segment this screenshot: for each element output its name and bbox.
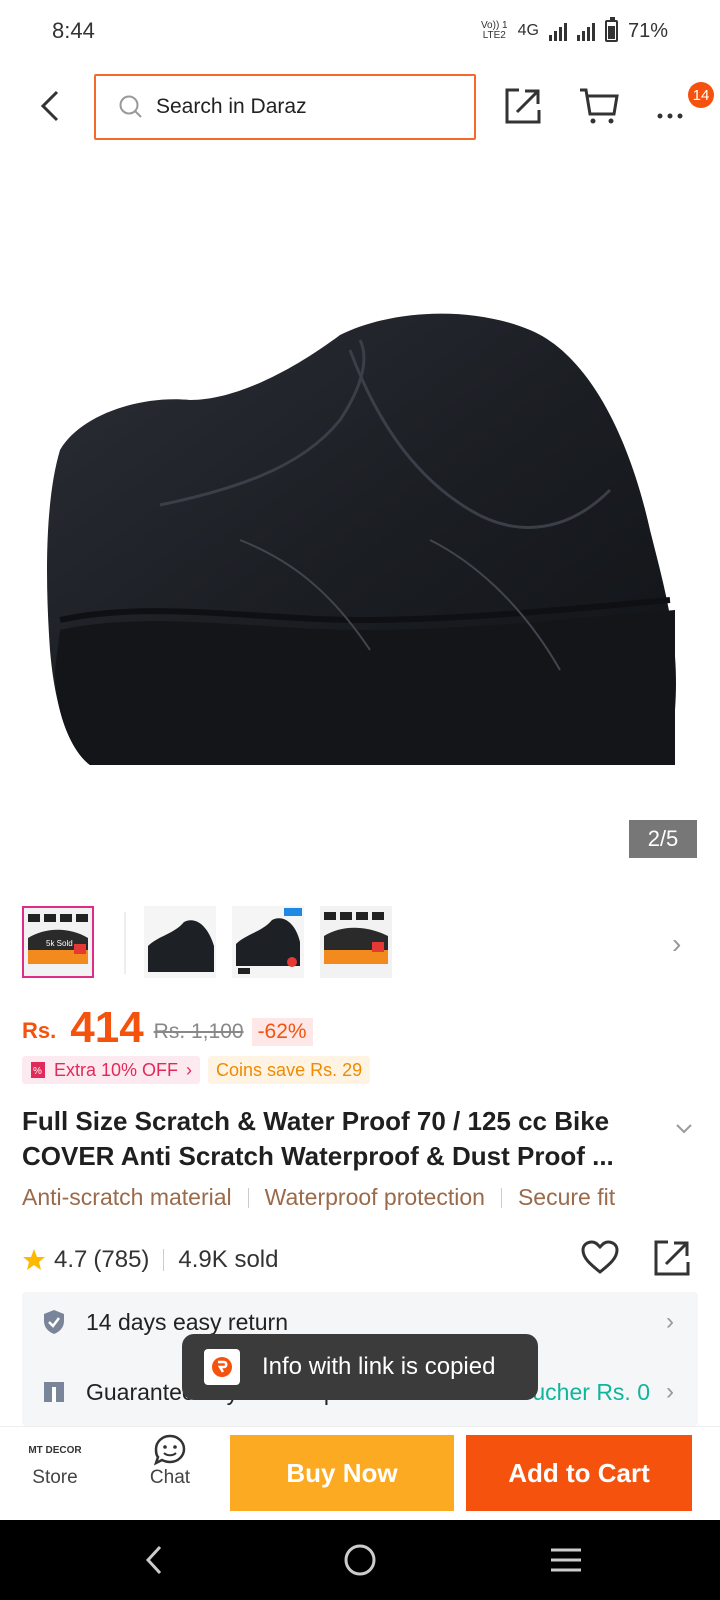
thumbnail-3[interactable] [232, 906, 304, 978]
voucher-icon: % [31, 1062, 45, 1078]
chat-label: Chat [149, 1467, 191, 1488]
coins-label: Coins save Rs. 29 [216, 1059, 363, 1080]
thumbnail-strip: 5k Sold › [22, 906, 702, 982]
signal-icon-2 [576, 21, 595, 41]
volte-indicator: Vo)) 1 LTE2 [480, 20, 508, 41]
sold-count: 4.9K sold [178, 1246, 279, 1273]
cart-badge: 14 [688, 82, 714, 108]
original-price: Rs. 1,100 [153, 1020, 244, 1043]
nav-menu-icon [551, 1548, 581, 1572]
nav-recents-button[interactable] [536, 1538, 596, 1582]
share-icon [505, 88, 541, 124]
return-policy-label: 14 days easy return [86, 1308, 289, 1335]
chat-button[interactable]: Chat [130, 1433, 210, 1489]
cart-icon [580, 88, 619, 124]
feature-item: Waterproof protection [264, 1184, 485, 1210]
nav-home-icon [344, 1544, 376, 1576]
signal-icon [548, 21, 567, 41]
toast: Info with link is copied [182, 1334, 538, 1400]
search-icon [119, 95, 142, 118]
share-icon [654, 1240, 690, 1276]
thumbnail-image: 5k Sold [24, 908, 92, 976]
rating-value: 4.7 [54, 1246, 88, 1273]
chat-icon [153, 1434, 186, 1466]
bottom-action-bar: MT DECOR Store Chat Buy Now Add to Cart [0, 1426, 720, 1518]
nav-back-icon [145, 1545, 162, 1575]
battery-icon [604, 17, 618, 42]
current-price: 414 [70, 1003, 144, 1052]
rating-divider [163, 1249, 165, 1271]
search-input[interactable]: Search in Daraz [94, 74, 476, 140]
store-label: Store [32, 1467, 78, 1488]
chevron-right-icon: › [666, 1308, 674, 1335]
product-image[interactable] [0, 150, 720, 890]
price-row: Rs. 414 Rs. 1,100 -62% [22, 1000, 313, 1050]
store-logo: MT DECOR [28, 1444, 82, 1456]
back-button[interactable] [30, 84, 70, 128]
review-count: (785) [93, 1246, 150, 1273]
thumbnail-sold-label: 5k Sold [46, 939, 73, 948]
back-icon [40, 90, 59, 122]
feature-item: Anti-scratch material [22, 1184, 232, 1210]
share-product-button[interactable] [652, 1238, 692, 1283]
heart-icon [581, 1240, 619, 1274]
nav-back-button[interactable] [124, 1538, 184, 1582]
thumbnail-image [320, 906, 392, 978]
battery-level: 71% [627, 19, 668, 42]
price-currency: Rs. [22, 1018, 57, 1043]
thumbnail-2[interactable] [144, 906, 216, 978]
search-placeholder: Search in Daraz [156, 95, 307, 118]
gift-icon [44, 1382, 64, 1402]
bike-cover-image [47, 313, 676, 765]
add-to-cart-button[interactable]: Add to Cart [466, 1435, 692, 1511]
buy-now-button[interactable]: Buy Now [230, 1435, 454, 1511]
share-button[interactable] [503, 86, 543, 126]
feature-item: Secure fit [517, 1184, 616, 1210]
feature-divider [500, 1187, 502, 1208]
network-type: 4G [517, 22, 539, 39]
wishlist-button[interactable] [580, 1238, 620, 1283]
daraz-logo-icon [204, 1349, 240, 1385]
thumbnail-image [144, 906, 216, 978]
promo-row: % Extra 10% OFF › Coins save Rs. 29 [22, 1056, 371, 1086]
chevron-down-icon[interactable] [676, 1124, 692, 1134]
chevron-right-icon: › [186, 1059, 193, 1080]
toast-message: Info with link is copied [262, 1353, 496, 1380]
product-title: Full Size Scratch & Water Proof 70 / 125… [22, 1106, 614, 1171]
coins-tag: Coins save Rs. 29 [208, 1056, 371, 1084]
feature-divider [247, 1187, 249, 1208]
image-counter: 2/5 [629, 820, 697, 858]
extra-off-label: Extra 10% OFF [54, 1059, 179, 1080]
feature-list: Anti-scratch material Waterproof protect… [22, 1184, 615, 1211]
cart-button[interactable] [578, 86, 620, 126]
star-icon [23, 1249, 45, 1270]
shield-check-icon [44, 1310, 64, 1334]
thumbnail-next-icon[interactable]: › [672, 928, 681, 960]
status-bar: 8:44 Vo)) 1 LTE2 4G 71% [0, 0, 720, 62]
header: Search in Daraz [0, 72, 720, 142]
status-time: 8:44 [52, 18, 95, 43]
svg-text:%: % [33, 1066, 42, 1077]
nav-home-button[interactable] [330, 1538, 390, 1582]
thumbnail-4[interactable] [320, 906, 392, 978]
thumbnail-image [232, 906, 304, 978]
thumbnail-1[interactable]: 5k Sold [22, 906, 94, 978]
system-nav-bar [0, 1520, 720, 1600]
chevron-right-icon: › [666, 1378, 674, 1405]
status-icons: Vo)) 1 LTE2 4G 71% [480, 17, 668, 43]
store-button[interactable]: MT DECOR Store [15, 1433, 95, 1489]
more-icon [657, 113, 683, 119]
discount-badge: -62% [251, 1018, 313, 1046]
extra-off-tag[interactable]: % Extra 10% OFF › [22, 1056, 201, 1084]
thumbnail-divider [124, 912, 126, 974]
